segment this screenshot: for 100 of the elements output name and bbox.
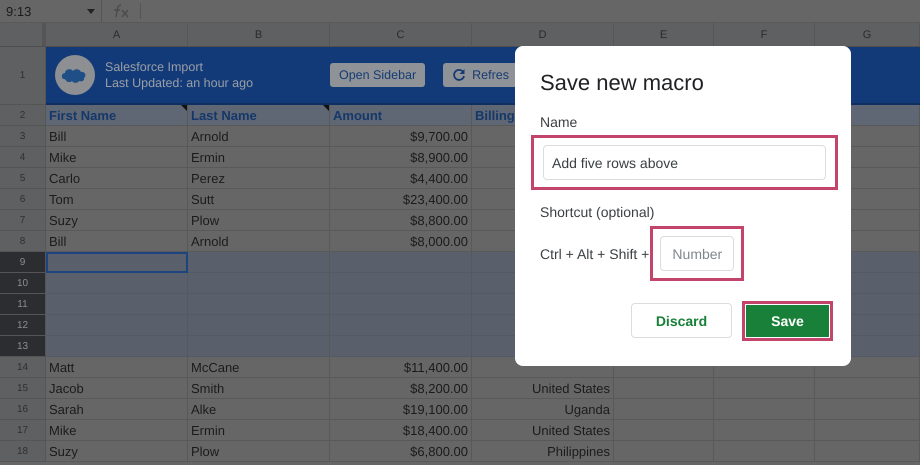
- dialog-title: Save new macro: [540, 70, 705, 96]
- table-cell[interactable]: Suzy: [46, 210, 188, 231]
- table-cell[interactable]: Plow: [188, 441, 330, 462]
- table-cell[interactable]: First Name: [46, 105, 188, 126]
- table-cell: Bill: [49, 128, 66, 144]
- table-cell[interactable]: Mike: [46, 420, 188, 441]
- table-cell: Sutt: [191, 192, 214, 206]
- cloud-logo-icon: [55, 55, 95, 95]
- table-cell: Suzy: [49, 212, 78, 228]
- table-cell[interactable]: Matt: [46, 357, 188, 378]
- table-cell[interactable]: Alke: [188, 399, 330, 420]
- table-cell[interactable]: McCane: [188, 357, 330, 378]
- column-heading: First Name: [49, 108, 116, 122]
- table-cell: McCane: [191, 360, 240, 374]
- row-number[interactable]: 12: [0, 315, 46, 336]
- table-cell[interactable]: $6,800.00: [330, 441, 472, 462]
- row-number[interactable]: 10: [0, 273, 46, 294]
- shortcut-label: Shortcut (optional): [540, 204, 656, 220]
- table-cell: Mike: [49, 150, 76, 164]
- save-button[interactable]: Save: [746, 304, 829, 336]
- table-cell: $8,800.00: [410, 212, 468, 228]
- banner-title: Salesforce Import: [105, 60, 204, 74]
- table-cell[interactable]: [46, 336, 188, 357]
- table-cell[interactable]: Suzy: [46, 441, 188, 462]
- column-header[interactable]: B: [188, 23, 330, 46]
- table-cell: Ermin: [191, 422, 225, 438]
- table-cell[interactable]: Bill: [46, 126, 188, 147]
- table-cell: $9,700.00: [410, 128, 468, 144]
- table-cell[interactable]: Tom: [46, 189, 188, 210]
- table-cell: Bill: [49, 234, 66, 248]
- table-cell[interactable]: Jacob: [46, 378, 188, 399]
- table-cell: Alke: [191, 402, 216, 416]
- table-cell[interactable]: Sutt: [188, 189, 330, 210]
- table-cell[interactable]: Philippines: [472, 441, 614, 462]
- table-cell[interactable]: Sarah: [46, 399, 188, 420]
- table-cell: $23,400.00: [402, 192, 468, 206]
- table-cell[interactable]: Ermin: [188, 420, 330, 441]
- column-header[interactable]: C: [330, 23, 472, 46]
- table-cell: Matt: [49, 360, 74, 374]
- table-cell: Plow: [191, 212, 220, 228]
- number-field[interactable]: Number: [660, 236, 734, 271]
- table-cell[interactable]: $18,400.00: [330, 420, 472, 441]
- sidebar-button[interactable]: Open Sidebar: [330, 63, 426, 87]
- discard-button[interactable]: Discard: [631, 303, 732, 338]
- table-cell: Arnold: [191, 234, 229, 248]
- table-cell[interactable]: Mike: [46, 147, 188, 168]
- table-cell[interactable]: Perez: [188, 168, 330, 189]
- name-box[interactable]: 9:13: [0, 0, 102, 22]
- table-cell[interactable]: [46, 294, 188, 315]
- active-cell[interactable]: [46, 252, 188, 273]
- table-cell: $18,400.00: [402, 422, 468, 438]
- table-cell[interactable]: [46, 315, 188, 336]
- table-cell[interactable]: $11,400.00: [330, 357, 472, 378]
- table-cell[interactable]: United States: [472, 420, 614, 441]
- table-cell[interactable]: $8,200.00: [330, 378, 472, 399]
- table-cell[interactable]: $19,100.00: [330, 399, 472, 420]
- column-heading: Amount: [333, 108, 382, 122]
- table-cell: $6,800.00: [410, 444, 468, 458]
- table-cell[interactable]: Smith: [188, 378, 330, 399]
- table-cell[interactable]: Amount: [330, 105, 472, 126]
- table-cell[interactable]: $8,900.00: [330, 147, 472, 168]
- table-cell[interactable]: $8,800.00: [330, 210, 472, 231]
- table-cell: $8,200.00: [410, 380, 468, 396]
- table-cell: $4,400.00: [410, 170, 468, 186]
- table-cell[interactable]: Carlo: [46, 168, 188, 189]
- table-cell: Sarah: [49, 402, 84, 416]
- table-cell[interactable]: United States: [472, 378, 614, 399]
- row-number[interactable]: 9: [0, 252, 46, 273]
- table-cell: United States: [532, 422, 610, 438]
- table-cell[interactable]: [188, 273, 330, 294]
- table-cell[interactable]: $9,700.00: [330, 126, 472, 147]
- table-cell[interactable]: [46, 273, 188, 294]
- column-header[interactable]: A: [46, 23, 188, 46]
- table-cell: $19,100.00: [402, 402, 468, 416]
- table-cell: Plow: [191, 444, 220, 458]
- row-number[interactable]: 13: [0, 336, 46, 357]
- table-cell: $8,000.00: [410, 234, 468, 248]
- table-cell[interactable]: Ermin: [188, 147, 330, 168]
- table-cell[interactable]: $4,400.00: [330, 168, 472, 189]
- table-cell: United States: [532, 380, 610, 396]
- table-cell: Uganda: [564, 402, 610, 416]
- table-cell: Suzy: [49, 444, 78, 458]
- name-field[interactable]: Add five rows above: [543, 145, 826, 180]
- refresh-icon: [452, 68, 466, 82]
- column-heading: Billing: [475, 108, 515, 122]
- row-number[interactable]: 11: [0, 294, 46, 315]
- table-cell[interactable]: $23,400.00: [330, 189, 472, 210]
- table-cell[interactable]: Uganda: [472, 399, 614, 420]
- table-cell[interactable]: Plow: [188, 210, 330, 231]
- column-heading: Last Name: [191, 108, 257, 122]
- table-cell: Tom: [49, 192, 74, 206]
- table-cell: Jacob: [49, 380, 84, 396]
- table-cell: Carlo: [49, 170, 80, 186]
- table-cell[interactable]: [188, 252, 330, 273]
- table-cell[interactable]: Last Name: [188, 105, 330, 126]
- table-cell: $11,400.00: [404, 360, 468, 374]
- table-cell[interactable]: Arnold: [188, 126, 330, 147]
- table-cell: Perez: [191, 170, 225, 186]
- table-cell: Arnold: [191, 128, 229, 144]
- banner-subtitle: Last Updated: an hour ago: [105, 76, 254, 90]
